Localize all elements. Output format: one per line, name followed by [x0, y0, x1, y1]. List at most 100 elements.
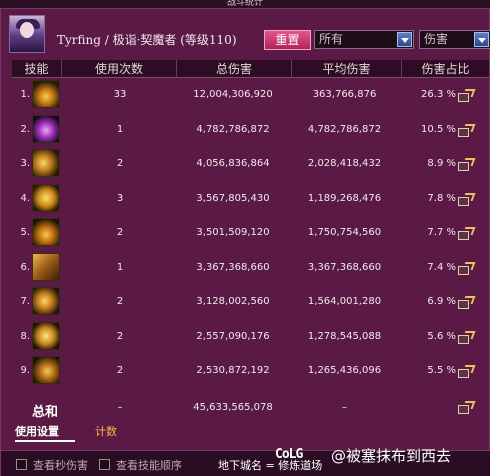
table-row: 9. 2 2,530,872,192 1,265,436,096 5.5 %	[12, 356, 489, 388]
damage-share: 26.3 %	[421, 89, 456, 100]
header-damage-share[interactable]: 伤害占比	[402, 60, 489, 78]
skill-7-icon[interactable]	[32, 287, 60, 315]
bottom-tabs: 使用设置 计数	[15, 422, 215, 444]
character-name: Tyrfing / 极诣·契魔者 (等级110)	[57, 33, 237, 47]
share-icon[interactable]	[457, 158, 476, 172]
avg-damage: 4,782,786,872	[307, 123, 382, 135]
table-row: 1. 33 12,004,306,920 363,766,876 26.3 %	[12, 80, 489, 112]
summary-row: 总和 – 45,633,565,078 –	[12, 392, 489, 424]
avg-damage: 1,564,001,280	[307, 296, 382, 307]
skill-8-icon[interactable]	[32, 321, 60, 350]
total-damage: 2,557,090,176	[196, 330, 270, 342]
row-index: 9.	[20, 365, 30, 376]
row-index: 4.	[20, 192, 30, 204]
total-damage: 12,004,306,920	[193, 89, 273, 100]
watermark-text: @被塞抹布到西去	[331, 447, 452, 465]
uses-count: 2	[116, 227, 124, 238]
avg-damage: 1,265,436,096	[307, 365, 382, 376]
share-icon[interactable]	[457, 330, 476, 345]
skill-9-icon[interactable]	[32, 356, 60, 384]
check-dps-checkbox[interactable]	[16, 459, 27, 470]
share-icon[interactable]	[457, 296, 476, 310]
reset-button[interactable]: 重置	[264, 30, 311, 50]
row-index: 2.	[20, 123, 30, 135]
damage-share: 8.9 %	[427, 158, 456, 169]
total-damage: 4,056,836,864	[196, 158, 270, 169]
skill-4-icon[interactable]	[32, 183, 60, 212]
uses-count: 2	[116, 365, 124, 376]
filter-select-value: 所有	[319, 32, 344, 46]
share-icon[interactable]	[457, 192, 476, 207]
uses-count: 3	[116, 192, 124, 204]
share-icon[interactable]	[457, 261, 476, 276]
uses-count: 2	[116, 158, 124, 169]
table-row: 8. 2 2,557,090,176 1,278,545,088 5.6 %	[12, 321, 489, 354]
summary-uses: –	[117, 402, 123, 413]
table-row: 5. 2 3,501,509,120 1,750,754,560 7.7 %	[12, 218, 489, 250]
table-row: 4. 3 3,567,805,430 1,189,268,476 7.8 %	[12, 183, 489, 216]
header-avg-damage[interactable]: 平均伤害	[292, 60, 402, 78]
skill-5-icon[interactable]	[32, 218, 60, 246]
tab-settings[interactable]: 使用设置	[15, 422, 75, 442]
damage-stats-window: Tyrfing / 极诣·契魔者 (等级110) 重置 所有 伤害 技能 使用次…	[0, 8, 490, 476]
table-row: 3. 2 4,056,836,864 2,028,418,432 8.9 %	[12, 149, 489, 181]
avg-damage: 1,750,754,560	[307, 227, 382, 238]
damage-share: 7.8 %	[427, 192, 456, 204]
uses-count: 2	[116, 296, 124, 307]
row-index: 3.	[20, 158, 30, 169]
watermark-logo: CoLG	[275, 447, 303, 462]
summary-total: 45,633,565,078	[193, 402, 273, 413]
avg-damage: 3,367,368,660	[307, 261, 382, 273]
skill-3-icon[interactable]	[32, 149, 60, 177]
damage-share: 10.5 %	[421, 123, 456, 135]
damage-share: 5.6 %	[427, 330, 456, 342]
uses-count: 33	[113, 89, 127, 100]
total-damage: 3,567,805,430	[196, 192, 270, 204]
chevron-down-icon[interactable]	[474, 32, 489, 47]
table-row: 6. 1 3,367,368,660 3,367,368,660 7.4 %	[12, 252, 489, 285]
share-icon[interactable]	[457, 365, 476, 379]
damage-type-select[interactable]: 伤害	[419, 30, 490, 49]
total-damage: 3,501,509,120	[196, 227, 270, 238]
avatar	[9, 15, 45, 53]
avatar-face	[20, 22, 34, 38]
header-total-damage[interactable]: 总伤害	[177, 60, 292, 78]
row-index: 8.	[20, 330, 30, 342]
chevron-down-icon[interactable]	[397, 32, 412, 47]
tab-count[interactable]: 计数	[95, 422, 135, 442]
check-dps-label: 查看秒伤害	[33, 459, 88, 472]
avg-damage: 1,189,268,476	[307, 192, 382, 204]
row-index: 5.	[20, 227, 30, 238]
total-damage: 3,367,368,660	[196, 261, 270, 273]
share-icon[interactable]	[457, 123, 476, 138]
total-damage: 2,530,872,192	[196, 365, 270, 376]
uses-count: 1	[116, 261, 124, 273]
check-order-label: 查看技能顺序	[116, 459, 182, 472]
filter-select[interactable]: 所有	[314, 30, 414, 49]
avg-damage: 2,028,418,432	[307, 158, 382, 169]
damage-type-select-value: 伤害	[424, 32, 449, 46]
row-index: 7.	[20, 296, 30, 307]
check-order-checkbox[interactable]	[99, 459, 110, 470]
damage-share: 6.9 %	[427, 296, 456, 307]
table-header: 技能 使用次数 总伤害 平均伤害 伤害占比	[12, 60, 489, 78]
table-row: 2. 1 4,782,786,872 4,782,786,872 10.5 %	[12, 114, 489, 147]
damage-share: 7.7 %	[427, 227, 456, 238]
window-title: 战斗统计	[0, 0, 490, 8]
avg-damage: 1,278,545,088	[307, 330, 382, 342]
share-icon[interactable]	[457, 401, 476, 415]
share-icon[interactable]	[457, 227, 476, 241]
table-row: 7. 2 3,128,002,560 1,564,001,280 6.9 %	[12, 287, 489, 319]
share-icon[interactable]	[457, 89, 476, 103]
header-skill[interactable]: 技能	[12, 60, 62, 78]
row-index: 1.	[20, 89, 30, 100]
skill-2-icon[interactable]	[32, 114, 60, 143]
dungeon-name: 地下城名 = 修炼道场	[218, 459, 323, 472]
skill-1-icon[interactable]	[32, 80, 60, 108]
damage-share: 7.4 %	[427, 261, 456, 273]
skill-6-icon[interactable]	[32, 252, 60, 281]
header-uses[interactable]: 使用次数	[62, 60, 177, 78]
total-damage: 4,782,786,872	[196, 123, 270, 135]
skill-damage-table: 技能 使用次数 总伤害 平均伤害 伤害占比 1. 33 12,004,306,920…	[12, 60, 489, 426]
uses-count: 1	[116, 123, 124, 135]
